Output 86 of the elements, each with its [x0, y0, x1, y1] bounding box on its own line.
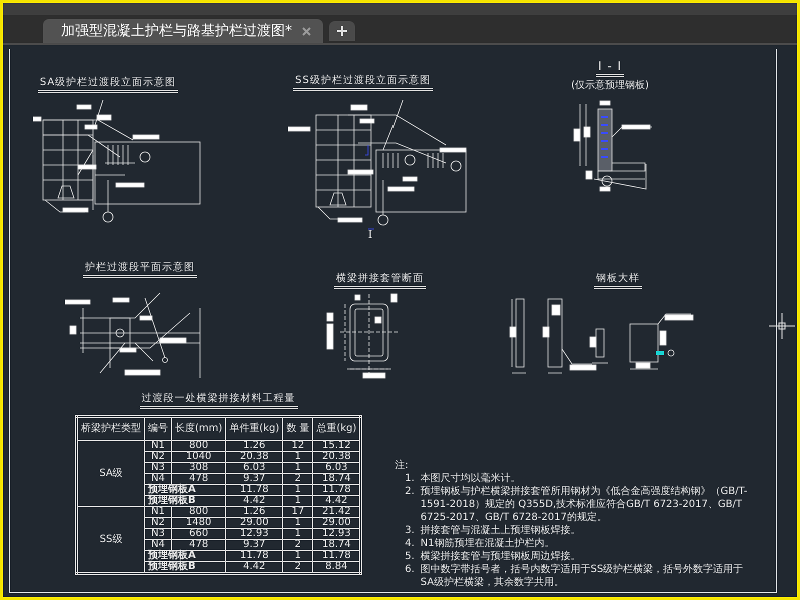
table-cell: 1 [282, 528, 313, 540]
table-cell: 308 [172, 462, 226, 474]
figure-title: 钢板大样 [594, 271, 642, 289]
table-cell: 9.37 [226, 540, 283, 550]
note-text: 图中数字带括号者，括号内数字适用于SS级护栏横梁，括号外数字适用于SA级护栏横梁，其余数字共用。 [420, 563, 744, 589]
table-cell: 29.00 [312, 518, 361, 528]
table-cell: 478 [172, 474, 226, 484]
document-tab[interactable]: 加强型混凝土护栏与路基护栏过渡图* [43, 19, 323, 43]
note-number: 6. [405, 563, 415, 577]
table-cell: N1 [144, 506, 172, 518]
table-cell: 4.42 [226, 496, 283, 506]
table-cell: N2 [144, 452, 172, 462]
table-cell: 1 [282, 452, 313, 462]
table-cell: 预埋钢板B [144, 496, 226, 506]
table-cell: SA级 [76, 440, 144, 506]
note-number: 2. [405, 485, 415, 499]
table-cell: 4.42 [312, 496, 361, 506]
column-header: 长度(mm) [172, 416, 226, 440]
note-text: 横梁拼接套管与预埋钢板周边焊接。 [420, 550, 581, 563]
table-cell: 478 [172, 540, 226, 550]
table-cell: 20.38 [226, 452, 283, 462]
figure-title: SA级护栏过渡段立面示意图 [38, 75, 178, 93]
note-number: 4. [405, 537, 415, 550]
table-cell: 1 [282, 484, 313, 496]
table-cell: N4 [144, 540, 172, 550]
column-header: 单件重(kg) [226, 416, 283, 440]
table-cell: 12 [282, 440, 313, 452]
column-header: 桥梁护栏类型 [76, 416, 144, 440]
new-tab-button[interactable] [329, 21, 355, 41]
table-cell: 11.78 [312, 484, 361, 496]
table-cell: N4 [144, 474, 172, 484]
table-cell: 预埋钢板A [144, 484, 226, 496]
table-cell: N3 [144, 528, 172, 540]
column-header: 数 量 [282, 416, 313, 440]
figure-title: 横梁拼接套管断面 [334, 271, 426, 289]
table-cell: 6.03 [312, 462, 361, 474]
table-cell: 21.42 [312, 506, 361, 518]
section-label: I [368, 228, 372, 241]
table-cell: 1.26 [226, 440, 283, 452]
note-number: 5. [405, 550, 415, 563]
table-cell: 18.74 [312, 540, 361, 550]
column-header: 编号 [144, 416, 172, 440]
table-cell: 11.78 [226, 484, 283, 496]
table-cell: 17 [282, 506, 313, 518]
note-number: 1. [405, 472, 415, 485]
note-text: 本图尺寸均以毫米计。 [420, 472, 521, 485]
figure-title: I - I [596, 59, 624, 77]
table-cell: 660 [172, 528, 226, 540]
table-cell: 800 [172, 440, 226, 452]
note-number: 3. [405, 524, 415, 537]
table-title: 过渡段一处横梁拼接材料工程量 [140, 391, 298, 409]
table-cell: 29.00 [226, 518, 283, 528]
table-cell: N3 [144, 462, 172, 474]
table-cell: 12.93 [226, 528, 283, 540]
table-cell: 1040 [172, 452, 226, 462]
table-cell: 1480 [172, 518, 226, 528]
table-cell: 预埋钢板B [144, 562, 226, 574]
table-cell: 18.74 [312, 474, 361, 484]
table-cell: 1 [282, 518, 313, 528]
table-cell: 20.38 [312, 452, 361, 462]
note-text: 预埋钢板与护栏横梁拼接套管所用钢材为《低合金高强度结构钢》（GB/T-1591-2018）规定的 Q355D,技术标准应符合GB/T 6723-2017、GB/T 6725-2017、GB/T 6728-2017的规定。 [420, 485, 748, 524]
table-cell: N2 [144, 518, 172, 528]
table-cell: 15.12 [312, 440, 361, 452]
figure-title: SS级护栏过渡段立面示意图 [293, 73, 433, 91]
table-cell: 预埋钢板A [144, 550, 226, 562]
table-cell: 12.93 [312, 528, 361, 540]
figure-subtitle: (仅示意预埋钢板) [571, 78, 649, 92]
table-cell: 9.37 [226, 474, 283, 484]
table-cell: 11.78 [226, 550, 283, 562]
notes-heading: 注: [395, 459, 410, 472]
note-text: N1钢筋预埋在混凝土护栏内。 [420, 537, 554, 550]
plus-icon [337, 26, 347, 36]
table-cell: 11.78 [312, 550, 361, 562]
table-cell: 2 [282, 540, 313, 550]
note-text: 拼接套管与混凝土上预埋钢板焊接。 [420, 524, 581, 537]
table-cell: 2 [282, 474, 313, 484]
crosshair-cursor-icon [769, 313, 795, 339]
table-cell: 1.26 [226, 506, 283, 518]
figure-title: 护栏过渡段平面示意图 [83, 260, 197, 278]
table-cell: 1 [282, 550, 313, 562]
table-cell: N1 [144, 440, 172, 452]
table-cell: 800 [172, 506, 226, 518]
close-icon[interactable] [302, 26, 311, 36]
table-cell: 1 [282, 496, 313, 506]
table-cell: 1 [282, 462, 313, 474]
table-cell: 6.03 [226, 462, 283, 474]
